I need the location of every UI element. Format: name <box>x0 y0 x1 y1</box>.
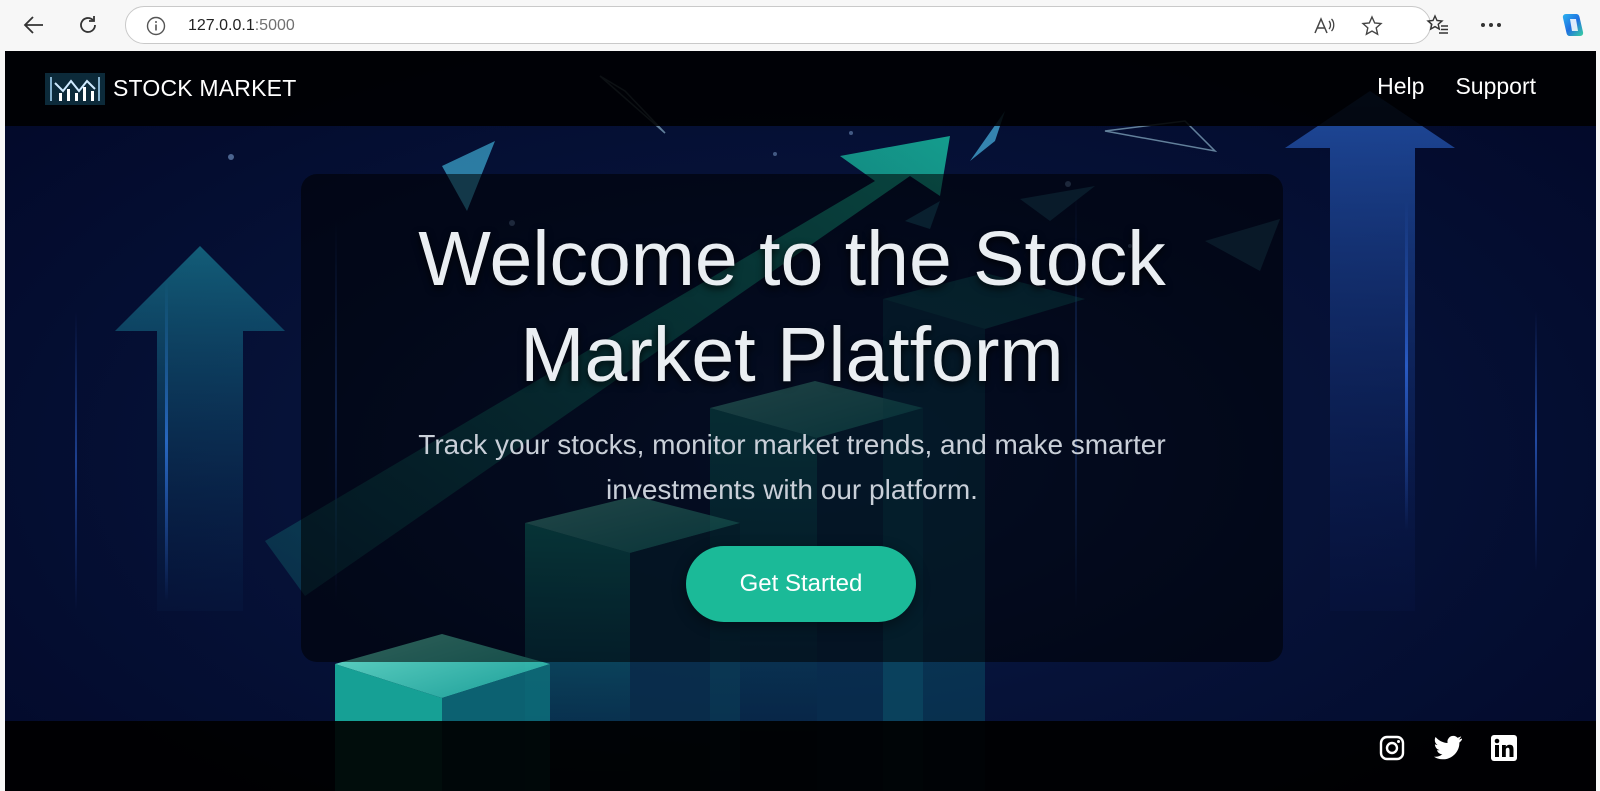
instagram-icon[interactable] <box>1377 733 1407 763</box>
logo-icon <box>43 69 107 107</box>
url-port: :5000 <box>254 17 295 34</box>
hero-subtitle-line-2: investments with our platform. <box>606 474 978 505</box>
page-viewport: STOCK MARKET Help Support Welcome to the… <box>5 51 1596 791</box>
back-arrow-icon[interactable] <box>18 9 50 41</box>
star-icon[interactable] <box>1360 14 1384 38</box>
info-icon[interactable] <box>146 16 166 36</box>
brand[interactable]: STOCK MARKET <box>43 69 296 107</box>
site-footer <box>5 721 1596 791</box>
nav-link-support[interactable]: Support <box>1455 73 1536 100</box>
nav-link-help[interactable]: Help <box>1377 73 1424 100</box>
address-bar[interactable]: 127.0.0.1:5000 <box>125 6 1431 44</box>
hero-subtitle-line-1: Track your stocks, monitor market trends… <box>418 429 1166 460</box>
read-aloud-icon[interactable] <box>1312 14 1336 38</box>
url-text: 127.0.0.1:5000 <box>188 17 295 35</box>
browser-toolbar: 127.0.0.1:5000 <box>0 0 1600 50</box>
twitter-icon[interactable] <box>1432 733 1464 763</box>
site-header: STOCK MARKET Help Support <box>5 51 1596 126</box>
hero-title-line-2: Market Platform <box>520 312 1064 398</box>
linkedin-icon[interactable] <box>1489 733 1519 763</box>
hero-title: Welcome to the Stock Market Platform <box>301 211 1283 403</box>
copilot-icon[interactable] <box>1557 9 1589 41</box>
brand-name: STOCK MARKET <box>113 74 297 101</box>
get-started-button[interactable]: Get Started <box>686 546 916 622</box>
main-nav: Help Support <box>1377 73 1536 100</box>
hero-subtitle: Track your stocks, monitor market trends… <box>361 422 1223 512</box>
hero-title-line-1: Welcome to the Stock <box>418 216 1166 302</box>
url-host: 127.0.0.1 <box>188 17 255 34</box>
favorites-list-icon[interactable] <box>1424 11 1452 39</box>
refresh-icon[interactable] <box>72 9 104 41</box>
hero-card: Welcome to the Stock Market Platform Tra… <box>301 174 1283 662</box>
more-icon[interactable] <box>1477 11 1505 39</box>
